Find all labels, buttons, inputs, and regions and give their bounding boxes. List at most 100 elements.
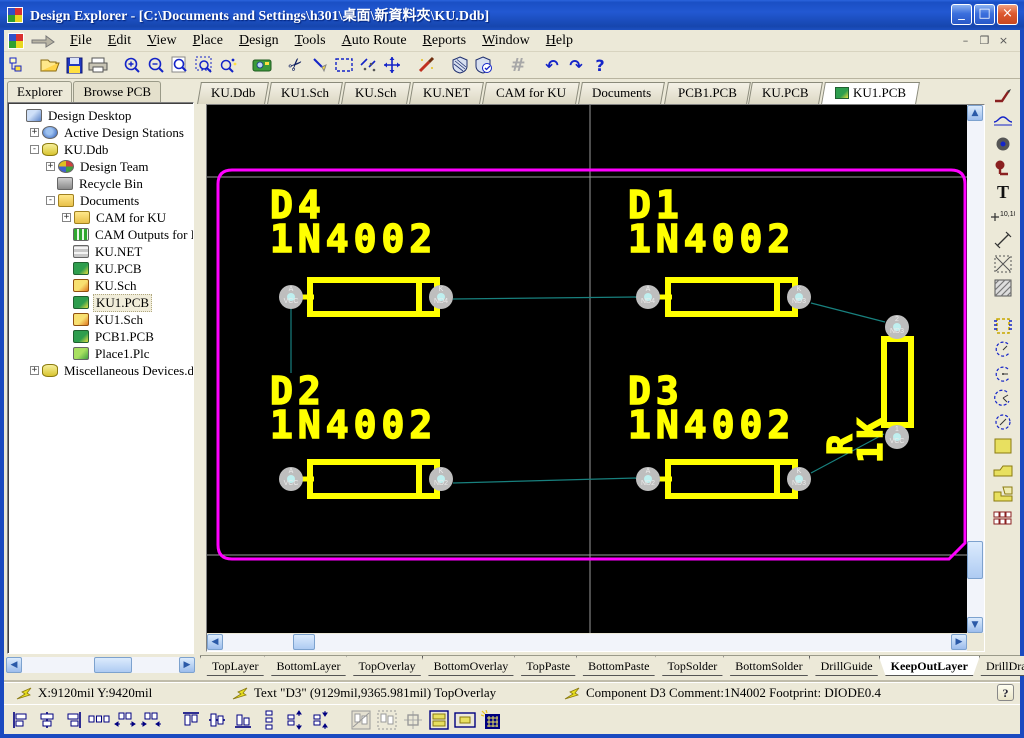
menu-help[interactable]: Help — [538, 32, 581, 50]
place-keepout-icon[interactable] — [991, 252, 1015, 276]
tree-item-cam-for-ku[interactable]: +CAM for KU — [10, 209, 193, 226]
align-left-icon[interactable] — [8, 708, 34, 732]
align-top-icon[interactable] — [178, 708, 204, 732]
doc-tab-cam-for-ku[interactable]: CAM for KU — [482, 82, 580, 104]
scroll-right-arrow[interactable]: ▶ — [179, 657, 195, 673]
canvas-horizontal-scrollbar[interactable]: ◀ ▶ — [207, 634, 967, 651]
zoom-area-icon[interactable] — [192, 53, 216, 77]
scroll-right-arrow[interactable]: ▶ — [951, 634, 967, 650]
tree-item-ku1-pcb[interactable]: KU1.PCB — [10, 294, 193, 311]
layer-tab-bottompaste[interactable]: BottomPaste — [576, 656, 661, 676]
tree-item-misc-devices[interactable]: +Miscellaneous Devices.ddb — [10, 362, 193, 379]
doc-tab-pcb1-pcb[interactable]: PCB1.PCB — [664, 82, 751, 104]
panel-horizontal-scrollbar[interactable]: ◀ ▶ — [6, 657, 195, 673]
slice-tracks-icon[interactable] — [308, 53, 332, 77]
layer-tab-bottomsolder[interactable]: BottomSolder — [723, 656, 814, 676]
select-area-icon[interactable] — [332, 53, 356, 77]
move-to-grid-icon[interactable] — [400, 708, 426, 732]
menu-arrow-icon[interactable] — [30, 34, 56, 48]
align-center-horizontal-icon[interactable] — [34, 708, 60, 732]
capture-icon[interactable] — [250, 53, 274, 77]
menu-view[interactable]: View — [139, 32, 185, 50]
undo-icon[interactable]: ↶ — [540, 53, 564, 77]
component-comment[interactable]: 1N4002 — [628, 409, 795, 442]
interactive-placement-icon[interactable] — [478, 708, 504, 732]
place-via-icon[interactable] — [991, 132, 1015, 156]
place-coordinate-icon[interactable]: 10,10 — [991, 204, 1015, 228]
grid-toggle-icon[interactable]: # — [506, 53, 530, 77]
component-comment[interactable]: 1K — [851, 383, 891, 463]
place-track-icon[interactable] — [991, 84, 1015, 108]
tree-item-ku1-sch[interactable]: KU1.Sch — [10, 311, 193, 328]
layer-tab-toplayer[interactable]: TopLayer — [200, 656, 270, 676]
doc-tab-ku-net[interactable]: KU.NET — [409, 82, 484, 104]
tree-item-pcb1-pcb[interactable]: PCB1.PCB — [10, 328, 193, 345]
layer-tab-bottomlayer[interactable]: BottomLayer — [264, 656, 352, 676]
place-string-icon[interactable]: T — [991, 180, 1015, 204]
edit-arc-radius-icon[interactable] — [991, 362, 1015, 386]
scroll-thumb[interactable] — [967, 541, 983, 579]
menu-reports[interactable]: Reports — [415, 32, 475, 50]
doc-tab-ku1-pcb-active[interactable]: KU1.PCB — [821, 82, 920, 104]
tree-item-design-desktop[interactable]: Design Desktop — [10, 107, 193, 124]
equal-horizontal-spacing-icon[interactable] — [86, 708, 112, 732]
component-comment[interactable]: 1N4002 — [628, 223, 795, 256]
zoom-out-icon[interactable] — [144, 53, 168, 77]
layer-tab-toppaste[interactable]: TopPaste — [514, 656, 582, 676]
cut-track-icon[interactable]: ✂ — [284, 53, 308, 77]
equal-vertical-spacing-icon[interactable] — [256, 708, 282, 732]
collapse-toggle[interactable]: - — [46, 196, 55, 205]
layer-tab-topsolder[interactable]: TopSolder — [655, 656, 729, 676]
doc-tab-ku1-sch[interactable]: KU1.Sch — [267, 82, 343, 104]
layer-tab-bottomoverlay[interactable]: BottomOverlay — [422, 656, 521, 676]
tree-item-cam-outputs[interactable]: CAM Outputs for KU — [10, 226, 193, 243]
scroll-up-arrow[interactable]: ▲ — [967, 105, 983, 121]
doc-tab-ku-ddb[interactable]: KU.Ddb — [197, 82, 269, 104]
place-polygon-plane-icon[interactable] — [991, 458, 1015, 482]
edit-arc-center-icon[interactable] — [991, 338, 1015, 362]
align-bottom-icon[interactable] — [230, 708, 256, 732]
tree-item-place1-plc[interactable]: Place1.Plc — [10, 345, 193, 362]
place-fill-icon[interactable] — [991, 434, 1015, 458]
layer-tab-keepoutlayer[interactable]: KeepOutLayer — [879, 656, 980, 676]
child-restore-button[interactable]: ❐ — [976, 33, 993, 48]
menu-design[interactable]: Design — [231, 32, 287, 50]
increase-horizontal-spacing-icon[interactable] — [112, 708, 138, 732]
context-help-button[interactable]: ? — [997, 684, 1014, 701]
menu-window[interactable]: Window — [474, 32, 538, 50]
doc-tab-ku-pcb[interactable]: KU.PCB — [749, 82, 823, 104]
child-minimize-button[interactable]: – — [957, 33, 974, 48]
place-pad-array-icon[interactable] — [991, 506, 1015, 530]
scroll-left-arrow[interactable]: ◀ — [207, 634, 223, 650]
increase-vertical-spacing-icon[interactable] — [282, 708, 308, 732]
place-pad-icon[interactable] — [991, 156, 1015, 180]
arrange-within-room-icon[interactable] — [348, 708, 374, 732]
tree-item-ku-sch[interactable]: KU.Sch — [10, 277, 193, 294]
explorer-panel-icon[interactable] — [4, 53, 28, 77]
expand-toggle[interactable]: + — [62, 213, 71, 222]
close-button[interactable]: × — [997, 4, 1018, 25]
tree-item-design-team[interactable]: +Design Team — [10, 158, 193, 175]
doc-tab-documents[interactable]: Documents — [578, 82, 665, 104]
edit-arc-any-icon[interactable] — [991, 410, 1015, 434]
layer-tab-drilldrawing[interactable]: DrillDrawing — [974, 656, 1024, 676]
tree-item-ku-pcb[interactable]: KU.PCB — [10, 260, 193, 277]
align-right-icon[interactable] — [60, 708, 86, 732]
zoom-all-icon[interactable] — [168, 53, 192, 77]
canvas-vertical-scrollbar[interactable]: ▲ ▼ — [967, 105, 984, 633]
title-bar[interactable]: Design Explorer - [C:\Documents and Sett… — [0, 0, 1024, 30]
doc-tab-ku-sch[interactable]: KU.Sch — [342, 82, 411, 104]
place-arc-edge-icon[interactable] — [991, 108, 1015, 132]
tree-item-ku-net[interactable]: KU.NET — [10, 243, 193, 260]
tree-item-active-design-stations[interactable]: +Active Design Stations — [10, 124, 193, 141]
system-menu-icon[interactable] — [8, 33, 24, 49]
shield-rule-icon[interactable] — [448, 53, 472, 77]
component-comment[interactable]: 1N4002 — [270, 409, 437, 442]
save-icon[interactable] — [62, 53, 86, 77]
scroll-thumb[interactable] — [293, 634, 315, 650]
child-close-button[interactable]: × — [995, 33, 1012, 48]
tab-browse-pcb[interactable]: Browse PCB — [73, 81, 161, 103]
tree-item-ku-ddb[interactable]: -KU.Ddb — [10, 141, 193, 158]
edit-arc-angle-icon[interactable] — [991, 386, 1015, 410]
wizard-icon[interactable] — [414, 53, 438, 77]
